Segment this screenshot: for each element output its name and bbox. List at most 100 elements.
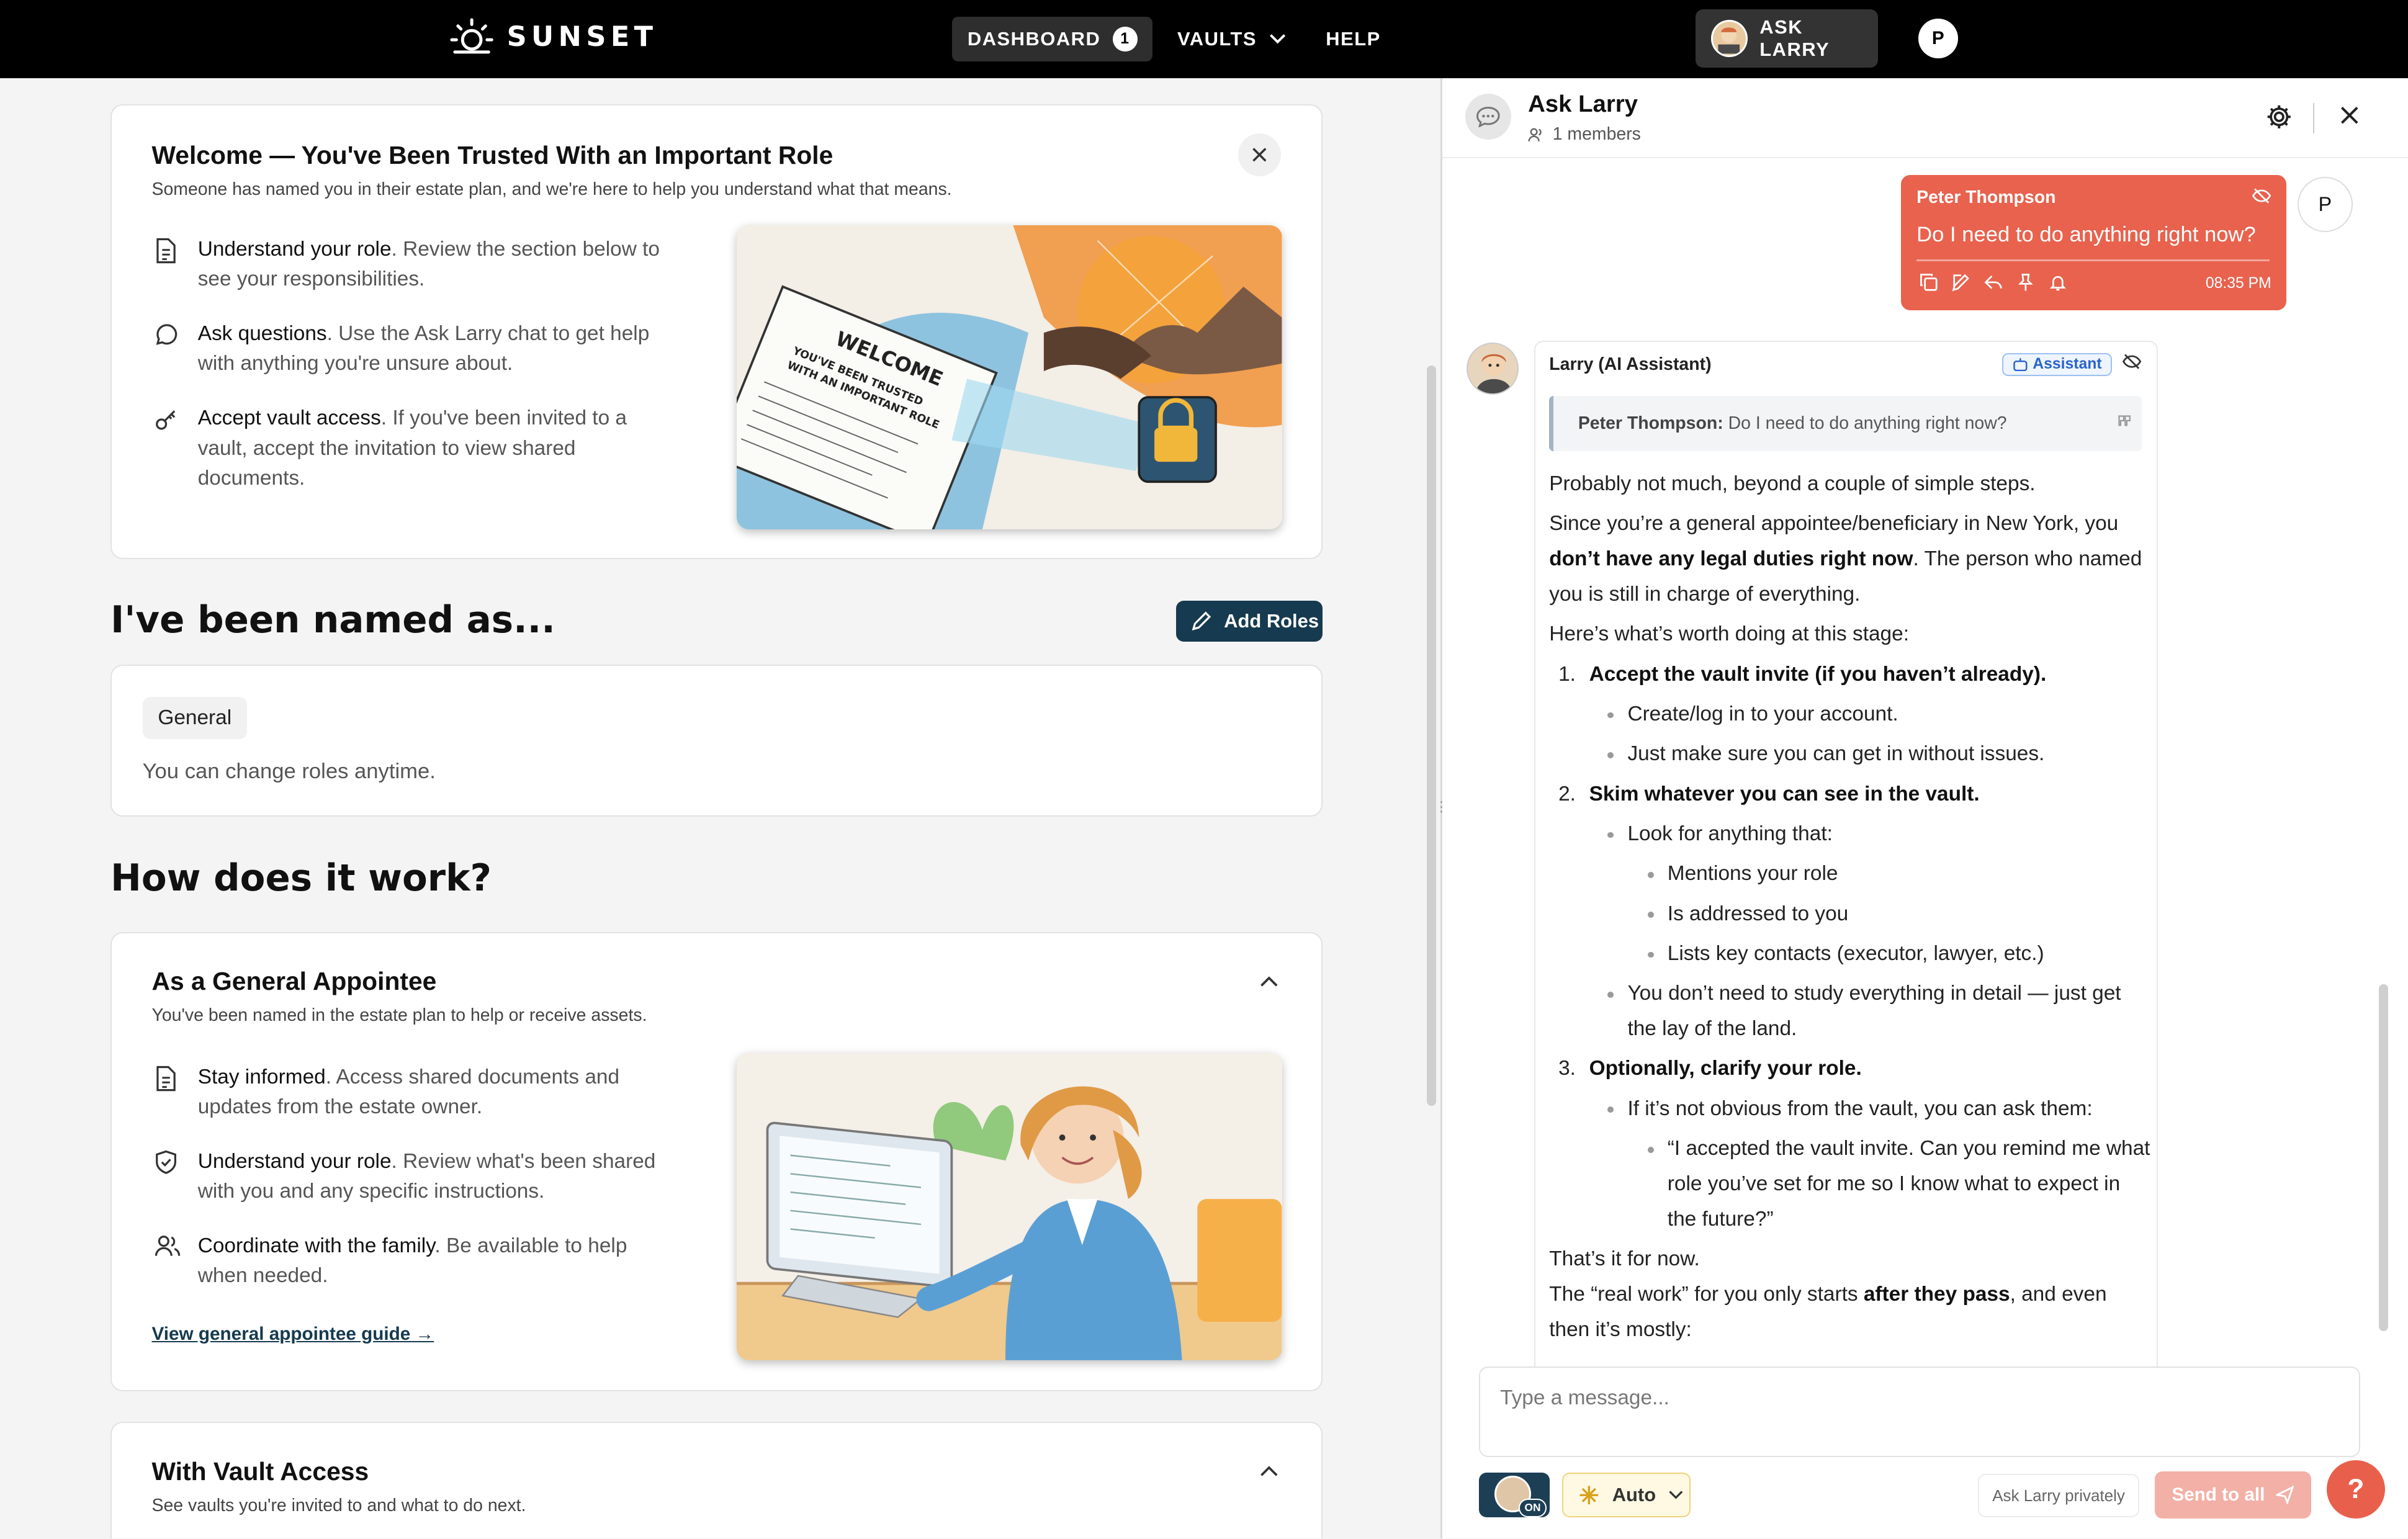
larry-on-badge: ON <box>1519 1499 1547 1517</box>
list-item: If it’s not obvious from the vault, you … <box>1607 1092 2151 1127</box>
chat-members[interactable]: 1 members <box>1528 124 1641 145</box>
nav-vaults-label: VAULTS <box>1177 28 1257 50</box>
send-icon <box>2275 1486 2294 1504</box>
welcome-card: Welcome — You've Been Trusted With an Im… <box>110 104 1323 559</box>
assistant-message[interactable]: Larry (AI Assistant) Assistant Peter Tho… <box>1534 341 2158 1447</box>
eye-off-icon[interactable] <box>2122 353 2142 370</box>
pencil-icon <box>1192 611 1211 630</box>
user-message[interactable]: Peter Thompson Do I need to do anything … <box>1901 175 2287 310</box>
named-as-heading: I've been named as... <box>110 599 555 642</box>
bell-icon[interactable] <box>2049 273 2067 292</box>
chat-members-count: 1 members <box>1552 124 1641 145</box>
sparkle-icon <box>1579 1486 1599 1504</box>
roles-note: You can change roles anytime. <box>142 760 436 784</box>
reply-icon[interactable] <box>1984 273 2003 292</box>
welcome-step-text: Understand your role. Review the section… <box>197 238 660 291</box>
nav-dashboard[interactable]: DASHBOARD 1 <box>952 17 1153 61</box>
document-icon <box>155 1062 182 1123</box>
people-icon <box>155 1231 182 1291</box>
ask-larry-button[interactable]: ASK LARRY <box>1695 9 1879 68</box>
list-item: Mentions your role <box>1647 856 2151 892</box>
nav-help-label: HELP <box>1326 28 1381 50</box>
list-item: Create/log in to your account. <box>1607 697 2151 732</box>
chevron-up-icon[interactable] <box>1260 1465 1278 1477</box>
chat-scrollbar[interactable] <box>2378 984 2388 1332</box>
paragraph: Here’s what’s worth doing at this stage: <box>1549 622 1909 646</box>
message-body: Probably not much, beyond a couple of si… <box>1549 467 2151 1348</box>
general-appointee-title: As a General Appointee <box>151 967 437 996</box>
chat-room-icon <box>1465 93 1511 140</box>
eye-off-icon[interactable] <box>2252 187 2271 204</box>
role-tag-general: General <box>142 696 247 739</box>
quoted-text: Do I need to do anything right now? <box>1723 413 2007 433</box>
dismiss-welcome-button[interactable] <box>1238 133 1282 177</box>
list-item: Look for anything that: <box>1607 817 2151 852</box>
message-author: Larry (AI Assistant) <box>1549 354 1712 375</box>
add-roles-button[interactable]: Add Roles <box>1176 600 1323 642</box>
larry-avatar-icon <box>1710 20 1748 57</box>
welcome-subtitle: Someone has named you in their estate pl… <box>151 179 952 199</box>
general-step: Stay informed. Access shared documents a… <box>155 1062 676 1123</box>
mode-select[interactable]: Auto <box>1561 1473 1691 1517</box>
robot-icon <box>2013 358 2028 372</box>
list-item: Is addressed to you <box>1647 897 2151 932</box>
general-step-text: Understand your role. Review what's been… <box>197 1149 656 1203</box>
general-appointee-guide-link[interactable]: View general appointee guide → <box>151 1324 434 1345</box>
close-icon <box>1252 148 1267 162</box>
general-appointee-illustration <box>737 1053 1282 1360</box>
general-appointee-subtitle: You've been named in the estate plan to … <box>151 1005 647 1026</box>
welcome-step: Understand your role. Review the section… <box>155 235 676 295</box>
send-to-all-button[interactable]: Send to all <box>2154 1471 2312 1519</box>
quote-icon <box>2118 415 2131 426</box>
roles-card: General You can change roles anytime. <box>110 665 1323 817</box>
ask-privately-button[interactable]: Ask Larry privately <box>1978 1474 2139 1517</box>
quoted-message: Peter Thompson: Do I need to do anything… <box>1549 395 2142 451</box>
list-item: You don’t need to study everything in de… <box>1607 976 2151 1047</box>
general-step-text: Stay informed. Access shared documents a… <box>197 1065 620 1119</box>
main-scrollbar[interactable] <box>1426 365 1436 1106</box>
assistant-badge: Assistant <box>2002 352 2113 376</box>
general-appointee-card: As a General Appointee You've been named… <box>110 932 1323 1391</box>
key-icon <box>155 403 182 493</box>
gear-icon[interactable] <box>2265 103 2293 131</box>
chat-title: Ask Larry <box>1528 90 1638 117</box>
brand-logo[interactable]: SUNSET <box>449 17 658 56</box>
larry-toggle[interactable]: ON <box>1478 1473 1550 1517</box>
edit-icon[interactable] <box>1952 273 1970 292</box>
vault-access-title: With Vault Access <box>151 1456 369 1486</box>
nav-vaults[interactable]: VAULTS <box>1162 17 1301 61</box>
user-avatar[interactable]: P <box>1918 18 1958 59</box>
list-item: Just make sure you can get in without is… <box>1607 737 2151 772</box>
main-nav: DASHBOARD 1 VAULTS HELP <box>952 17 1396 61</box>
chat-bubble-icon <box>155 319 182 379</box>
welcome-step: Accept vault access. If you've been invi… <box>155 403 676 493</box>
close-icon[interactable] <box>2337 103 2362 128</box>
chat-toolbar: ON Auto Ask Larry privately Send to all … <box>1442 1460 2408 1539</box>
top-bar: SUNSET DASHBOARD 1 VAULTS HELP ASK LARRY… <box>0 0 2408 79</box>
chevron-up-icon[interactable] <box>1260 975 1278 987</box>
user-avatar: P <box>2297 176 2353 232</box>
general-appointee-header[interactable]: As a General Appointee You've been named… <box>151 967 647 1026</box>
message-divider <box>1916 259 2270 261</box>
welcome-steps: Understand your role. Review the section… <box>155 235 676 518</box>
general-step-text: Coordinate with the family. Be available… <box>197 1234 627 1288</box>
message-input[interactable]: Type a message... <box>1478 1366 2361 1458</box>
welcome-step-text: Accept vault access. If you've been invi… <box>197 406 627 490</box>
copy-icon[interactable] <box>1920 273 1938 292</box>
list-item: 2. Skim whatever you can see in the vault… <box>1558 782 1980 805</box>
welcome-illustration: WELCOME YOU'VE BEEN TRUSTED WITH AN IMPO… <box>737 225 1282 530</box>
help-button[interactable]: ? <box>2326 1460 2385 1519</box>
message-actions <box>1920 273 2067 292</box>
nav-help[interactable]: HELP <box>1311 17 1396 61</box>
sun-logo-icon <box>450 18 493 54</box>
message-author: Peter Thompson <box>1916 187 2056 207</box>
chevron-down-icon <box>1669 1491 1683 1500</box>
ask-larry-label: ASK LARRY <box>1759 16 1830 60</box>
general-steps: Stay informed. Access shared documents a… <box>155 1062 676 1316</box>
app-root: SUNSET DASHBOARD 1 VAULTS HELP ASK LARRY… <box>0 0 2408 1539</box>
steps-list: 1. Accept the vault invite (if you haven’… <box>1549 657 2151 1237</box>
paragraph: The “real work” for you only starts afte… <box>1549 1283 2107 1341</box>
pin-icon[interactable] <box>2016 273 2035 292</box>
main-content: Welcome — You've Been Trusted With an Im… <box>0 78 1422 1539</box>
vault-access-header[interactable]: With Vault Access See vaults you're invi… <box>151 1457 526 1516</box>
